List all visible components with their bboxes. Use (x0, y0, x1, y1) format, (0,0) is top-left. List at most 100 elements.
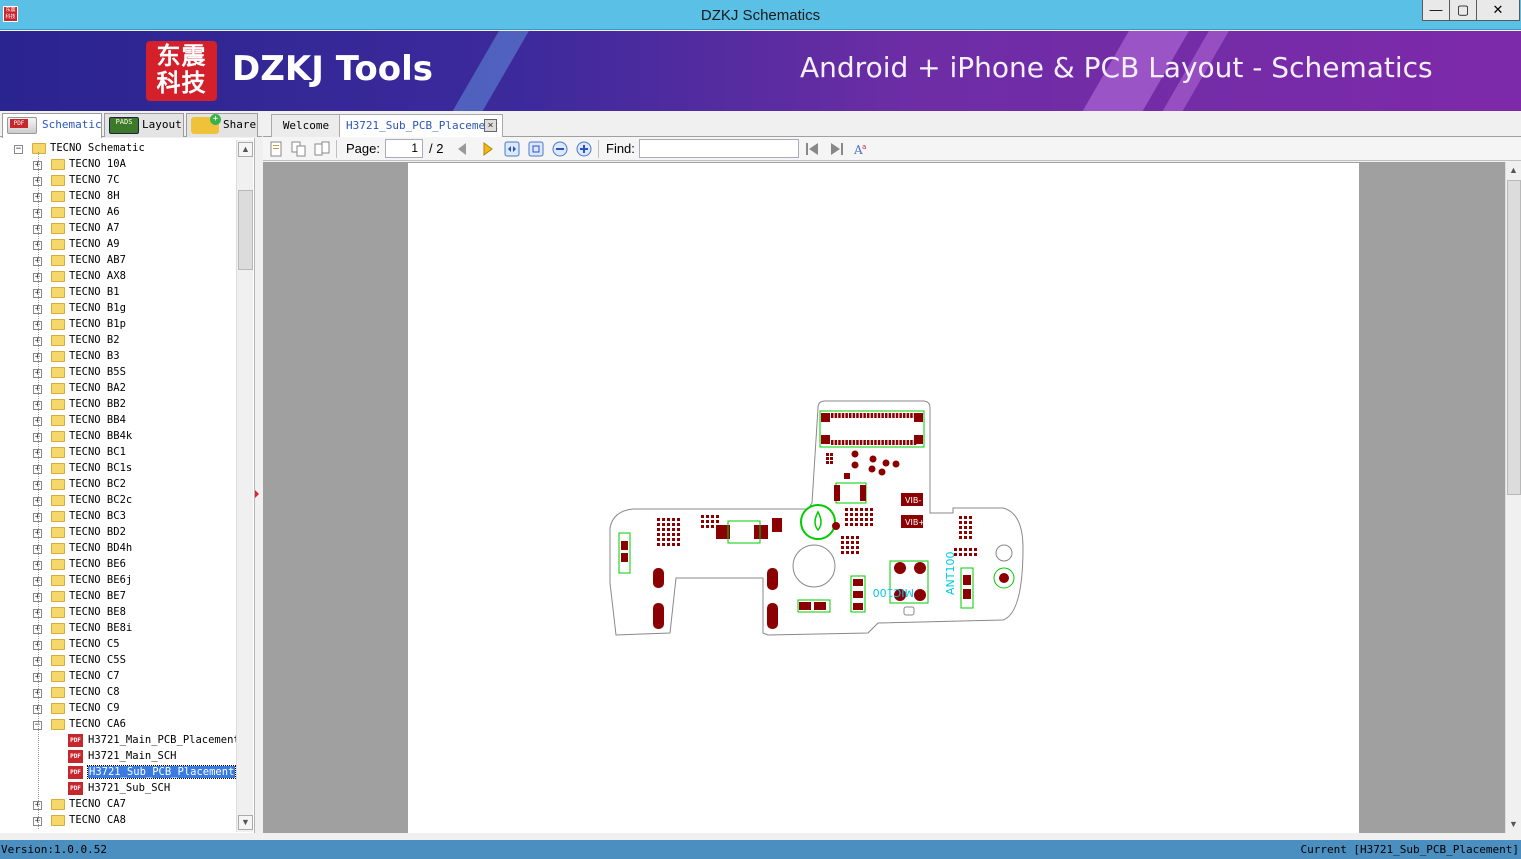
scroll-up-icon[interactable]: ▲ (238, 142, 253, 157)
status-bar: Version:1.0.0.52 Current [H3721_Sub_PCB_… (0, 840, 1521, 859)
minimize-button[interactable]: — (1422, 0, 1450, 21)
folder-icon (51, 255, 65, 266)
fit-width-icon[interactable] (504, 141, 520, 157)
previous-page-icon[interactable] (454, 141, 470, 157)
find-input[interactable] (639, 139, 799, 158)
folder-icon (51, 655, 65, 666)
single-page-icon[interactable] (268, 141, 284, 157)
smd-pad (841, 536, 844, 539)
round-pad (851, 461, 859, 469)
tab-welcome[interactable]: Welcome (271, 114, 341, 137)
connector-pin (881, 413, 884, 418)
smd-pad (870, 523, 873, 526)
smd-pad (716, 520, 719, 523)
scroll-down-icon[interactable]: ▼ (1506, 817, 1521, 832)
find-label: Find: (606, 141, 635, 156)
facing-page-icon[interactable] (314, 141, 330, 157)
zoom-in-icon[interactable] (576, 141, 592, 157)
panel-splitter[interactable] (255, 138, 262, 833)
scroll-down-icon[interactable]: ▼ (238, 815, 253, 830)
smd-pad (969, 521, 972, 524)
find-next-icon[interactable] (829, 141, 845, 157)
component-pad (853, 603, 863, 610)
smd-pad (856, 551, 859, 554)
connector-pin (877, 440, 881, 445)
component-pad (799, 602, 811, 610)
smd-pad (969, 526, 972, 529)
smd-pad (841, 551, 844, 554)
tree-item-label: H3721_Main_PCB_Placement (88, 734, 240, 746)
smd-pad (855, 523, 858, 526)
collapse-icon[interactable]: − (14, 145, 23, 154)
close-button[interactable]: ✕ (1476, 0, 1520, 21)
tab-share[interactable]: + Share (186, 113, 258, 137)
folder-icon (51, 447, 65, 458)
page-label: Page: (346, 141, 380, 156)
document-viewer[interactable]: VIB- VIB+ ANT100 MIC100 (263, 162, 1505, 833)
mounting-hole (792, 544, 836, 588)
smd-pad (870, 518, 873, 521)
smd-pad (855, 518, 858, 521)
component-pad (844, 473, 850, 479)
tree-scrollbar[interactable]: ▲ ▼ (236, 140, 253, 832)
tree-item-label: TECNO CA7 (69, 798, 126, 810)
continuous-page-icon[interactable] (291, 141, 307, 157)
round-pad (882, 459, 890, 467)
find-previous-icon[interactable] (804, 141, 820, 157)
connector-pin (892, 413, 895, 418)
smd-pad (870, 508, 873, 511)
viewer-scrollbar[interactable]: ▲ ▼ (1505, 162, 1521, 833)
folder-icon (51, 527, 65, 538)
smd-pad (667, 538, 670, 541)
ant-label: ANT100 (944, 552, 957, 595)
smd-pad (667, 523, 670, 526)
scroll-thumb[interactable] (238, 190, 253, 270)
smd-pad (855, 513, 858, 516)
fit-page-icon[interactable] (528, 141, 544, 157)
smd-pad (662, 533, 665, 536)
smd-pad (856, 546, 859, 549)
tree-item-label: TECNO Schematic (50, 142, 145, 154)
smd-pad (860, 513, 863, 516)
smd-pad (826, 453, 829, 456)
smd-pad (850, 523, 853, 526)
scroll-thumb[interactable] (1507, 180, 1521, 495)
close-tab-icon[interactable]: × (484, 119, 497, 132)
smd-pad (860, 508, 863, 511)
tree-item-label: TECNO CA8 (69, 814, 126, 826)
zoom-out-icon[interactable] (552, 141, 568, 157)
scroll-up-icon[interactable]: ▲ (1506, 163, 1521, 178)
smd-pad (959, 536, 962, 539)
component-pad (853, 579, 863, 586)
smd-pad (865, 513, 868, 516)
smd-pad (870, 513, 873, 516)
connector-pin (874, 440, 877, 445)
pdf-file-icon: PDF (68, 782, 83, 795)
tree-item-label: TECNO A6 (69, 206, 120, 218)
page-number-input[interactable]: 1 (385, 139, 423, 158)
tree-item-label: TECNO AX8 (69, 270, 126, 282)
connector-pin (845, 413, 848, 418)
smd-pad (846, 541, 849, 544)
smd-pad (662, 518, 665, 521)
folder-icon (51, 607, 65, 618)
folder-icon (51, 495, 65, 506)
connector-pin (852, 413, 856, 418)
maximize-button[interactable]: ▢ (1449, 0, 1477, 21)
smd-pad (667, 543, 670, 546)
match-case-icon[interactable]: Aa (853, 141, 869, 157)
connector-pin (841, 440, 845, 445)
folder-icon (51, 383, 65, 394)
smd-pad (672, 538, 675, 541)
next-page-icon[interactable] (480, 141, 496, 157)
smd-pad (860, 518, 863, 521)
tab-document[interactable]: H3721_Sub_PCB_Placement × (339, 114, 503, 137)
smd-pad (701, 515, 704, 518)
tab-schematic[interactable]: PDF Schematic (2, 113, 102, 138)
tree-item-label: TECNO C5S (69, 654, 126, 666)
component-pad (963, 589, 971, 599)
folder-icon (51, 335, 65, 346)
collapse-arrow-icon[interactable] (255, 490, 259, 498)
tab-layout[interactable]: PADS Layout (104, 113, 184, 137)
smd-pad (662, 523, 665, 526)
